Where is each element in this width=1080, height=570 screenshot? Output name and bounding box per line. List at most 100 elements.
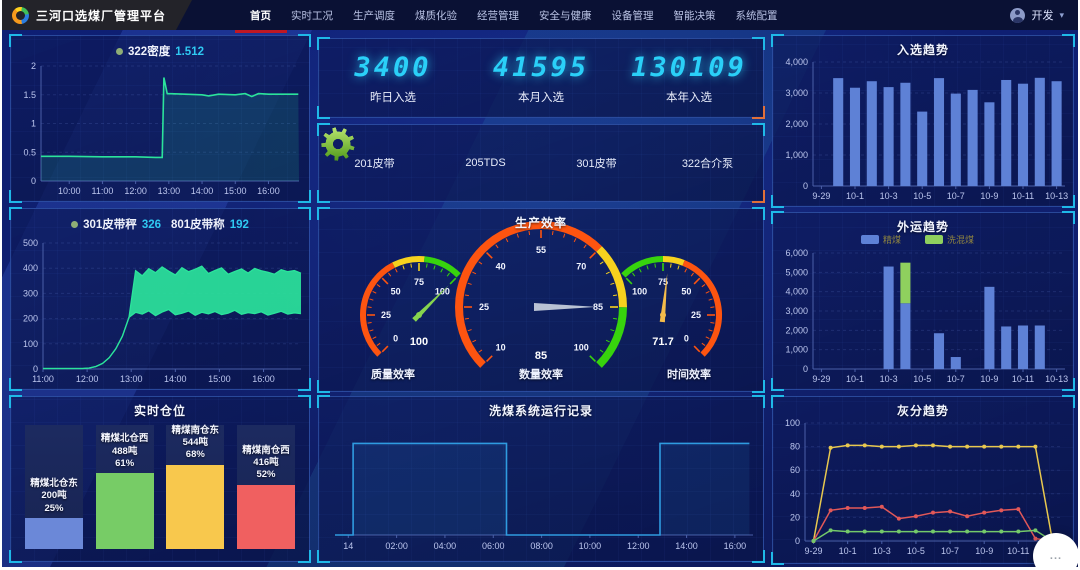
belt-legend: 301皮带秤326 801皮带称192: [11, 216, 309, 232]
gear-icon: [319, 125, 357, 163]
panel-title: 外运趋势: [773, 218, 1073, 235]
svg-text:0: 0: [803, 364, 808, 374]
user-name: 开发: [1031, 7, 1053, 23]
svg-text:10-5: 10-5: [907, 546, 925, 556]
nav-item-7[interactable]: 智能决策: [664, 0, 726, 30]
outbound-trend-chart: 01,0002,0003,0004,0005,0006,0009-2910-11…: [773, 213, 1073, 389]
series: [43, 266, 301, 368]
efficiency-gauges-chart: 0255075100100102540557085100851007550250…: [319, 209, 763, 391]
bunker-fill: [166, 465, 224, 549]
gauge-tick-label: 100: [574, 342, 589, 352]
panel-ash-trend: 灰分趋势 0204060801009-2910-110-310-510-710-…: [772, 396, 1074, 564]
x-axis: 10:0011:0012:0013:0014:0015:0016:00: [58, 181, 280, 196]
x-axis: 9-2910-110-310-510-710-910-1110-13: [812, 186, 1068, 201]
gauge-tick-label: 40: [496, 262, 506, 272]
panel-density: 322密度1.512 00.511.5210:0011:0012:0013:00…: [10, 35, 310, 202]
svg-text:10-7: 10-7: [941, 546, 959, 556]
svg-text:11:00: 11:00: [91, 186, 113, 196]
svg-text:10-11: 10-11: [1012, 374, 1034, 384]
svg-text:0: 0: [795, 536, 800, 546]
bunker-name: 精煤北仓西: [87, 433, 163, 445]
nav-item-6[interactable]: 设备管理: [602, 0, 664, 30]
gauge-value: 100: [410, 336, 428, 348]
svg-text:4,000: 4,000: [785, 57, 808, 67]
svg-text:10-5: 10-5: [913, 374, 931, 384]
bunker-name: 精煤北仓东: [16, 478, 92, 490]
main-nav: 首页实时工况生产调度煤质化验经营管理安全与健康设备管理智能决策系统配置: [240, 0, 788, 30]
gauge-tick-label: 50: [681, 287, 691, 297]
panel-efficiency-gauges: 生产效率 02550751001001025405570851008510075…: [318, 208, 764, 392]
svg-text:100: 100: [23, 339, 38, 349]
x-axis: 9-2910-110-310-510-710-910-1110-13: [805, 541, 1064, 556]
bunker-name: 精煤南仓东: [157, 425, 233, 437]
nav-item-0[interactable]: 首页: [240, 0, 281, 30]
panel-outbound-trend: 外运趋势 01,0002,0003,0004,0005,0006,0009-29…: [772, 212, 1074, 390]
nav-item-4[interactable]: 经营管理: [467, 0, 529, 30]
equipment-item[interactable]: 322合介泵: [652, 155, 763, 171]
svg-text:12:00: 12:00: [76, 374, 99, 384]
svg-text:2,000: 2,000: [785, 325, 808, 335]
nav-item-5[interactable]: 安全与健康: [529, 0, 602, 30]
panel-title: 灰分趋势: [773, 402, 1073, 419]
nav-item-8[interactable]: 系统配置: [726, 0, 788, 30]
user-avatar-icon: [1010, 8, 1025, 23]
bunker-column: 精煤北仓西488吨61%: [96, 425, 154, 549]
density-legend: 322密度1.512: [11, 43, 309, 59]
svg-text:10:00: 10:00: [579, 541, 602, 551]
legend-dot-icon: [71, 221, 78, 228]
gauge-name: 时间效率: [615, 366, 763, 382]
svg-text:40: 40: [790, 489, 800, 499]
chevron-down-icon: ▾: [1059, 10, 1064, 21]
svg-text:14:00: 14:00: [191, 186, 214, 196]
svg-text:10-13: 10-13: [1045, 191, 1068, 201]
x-axis: 1402:0004:0006:0008:0010:0012:0014:0016:…: [335, 535, 753, 551]
svg-text:9-29: 9-29: [805, 546, 823, 556]
svg-text:16:00: 16:00: [724, 541, 747, 551]
svg-text:04:00: 04:00: [434, 541, 457, 551]
panel-stats: 3400昨日入选41595本月入选130109本年入选: [318, 38, 764, 118]
user-menu[interactable]: 开发 ▾: [1010, 0, 1078, 30]
equipment-item[interactable]: 205TDS: [430, 157, 541, 169]
svg-text:100: 100: [785, 418, 800, 428]
bunker-label: 精煤北仓西488吨61%: [87, 433, 163, 470]
nav-item-1[interactable]: 实时工况: [281, 0, 343, 30]
svg-text:10-9: 10-9: [980, 191, 998, 201]
svg-text:0: 0: [33, 364, 38, 374]
svg-text:400: 400: [23, 263, 38, 273]
svg-text:08:00: 08:00: [530, 541, 553, 551]
runlog-chart: 1402:0004:0006:0008:0010:0012:0014:0016:…: [319, 397, 763, 561]
stat-value: 41595: [467, 52, 615, 83]
bunker-fill: [96, 473, 154, 549]
stat-label: 本月入选: [467, 89, 615, 105]
bunker-tons: 544吨: [157, 437, 233, 449]
stat-label: 昨日入选: [319, 89, 467, 105]
svg-text:16:00: 16:00: [252, 374, 275, 384]
gauge-tick-label: 75: [414, 277, 424, 287]
logo: 三河口选煤厂管理平台: [2, 0, 192, 30]
dashboard-root: 三河口选煤厂管理平台 首页实时工况生产调度煤质化验经营管理安全与健康设备管理智能…: [0, 0, 1080, 570]
svg-text:500: 500: [23, 238, 38, 248]
equipment-item[interactable]: 301皮带: [541, 155, 652, 171]
svg-text:4,000: 4,000: [785, 287, 808, 297]
svg-text:60: 60: [790, 465, 800, 475]
stat-value: 130109: [615, 52, 763, 83]
bunker-tons: 416吨: [228, 457, 304, 469]
series: [812, 505, 1055, 543]
bunker-column: 精煤南仓东544吨68%: [166, 425, 224, 549]
svg-text:10-11: 10-11: [1012, 191, 1034, 201]
svg-text:06:00: 06:00: [482, 541, 505, 551]
svg-text:20: 20: [790, 512, 800, 522]
svg-text:10-9: 10-9: [980, 374, 998, 384]
svg-text:10-9: 10-9: [975, 546, 993, 556]
svg-text:300: 300: [23, 288, 38, 298]
svg-text:10-3: 10-3: [873, 546, 891, 556]
svg-text:1,000: 1,000: [785, 150, 808, 160]
gauge-name: 数量效率: [467, 366, 615, 382]
series: [335, 443, 749, 535]
chart-legend: 精煤洗混煤: [861, 234, 974, 245]
svg-text:12:00: 12:00: [124, 186, 147, 196]
nav-item-2[interactable]: 生产调度: [343, 0, 405, 30]
nav-item-3[interactable]: 煤质化验: [405, 0, 467, 30]
svg-text:15:00: 15:00: [208, 374, 231, 384]
series: [41, 78, 299, 182]
